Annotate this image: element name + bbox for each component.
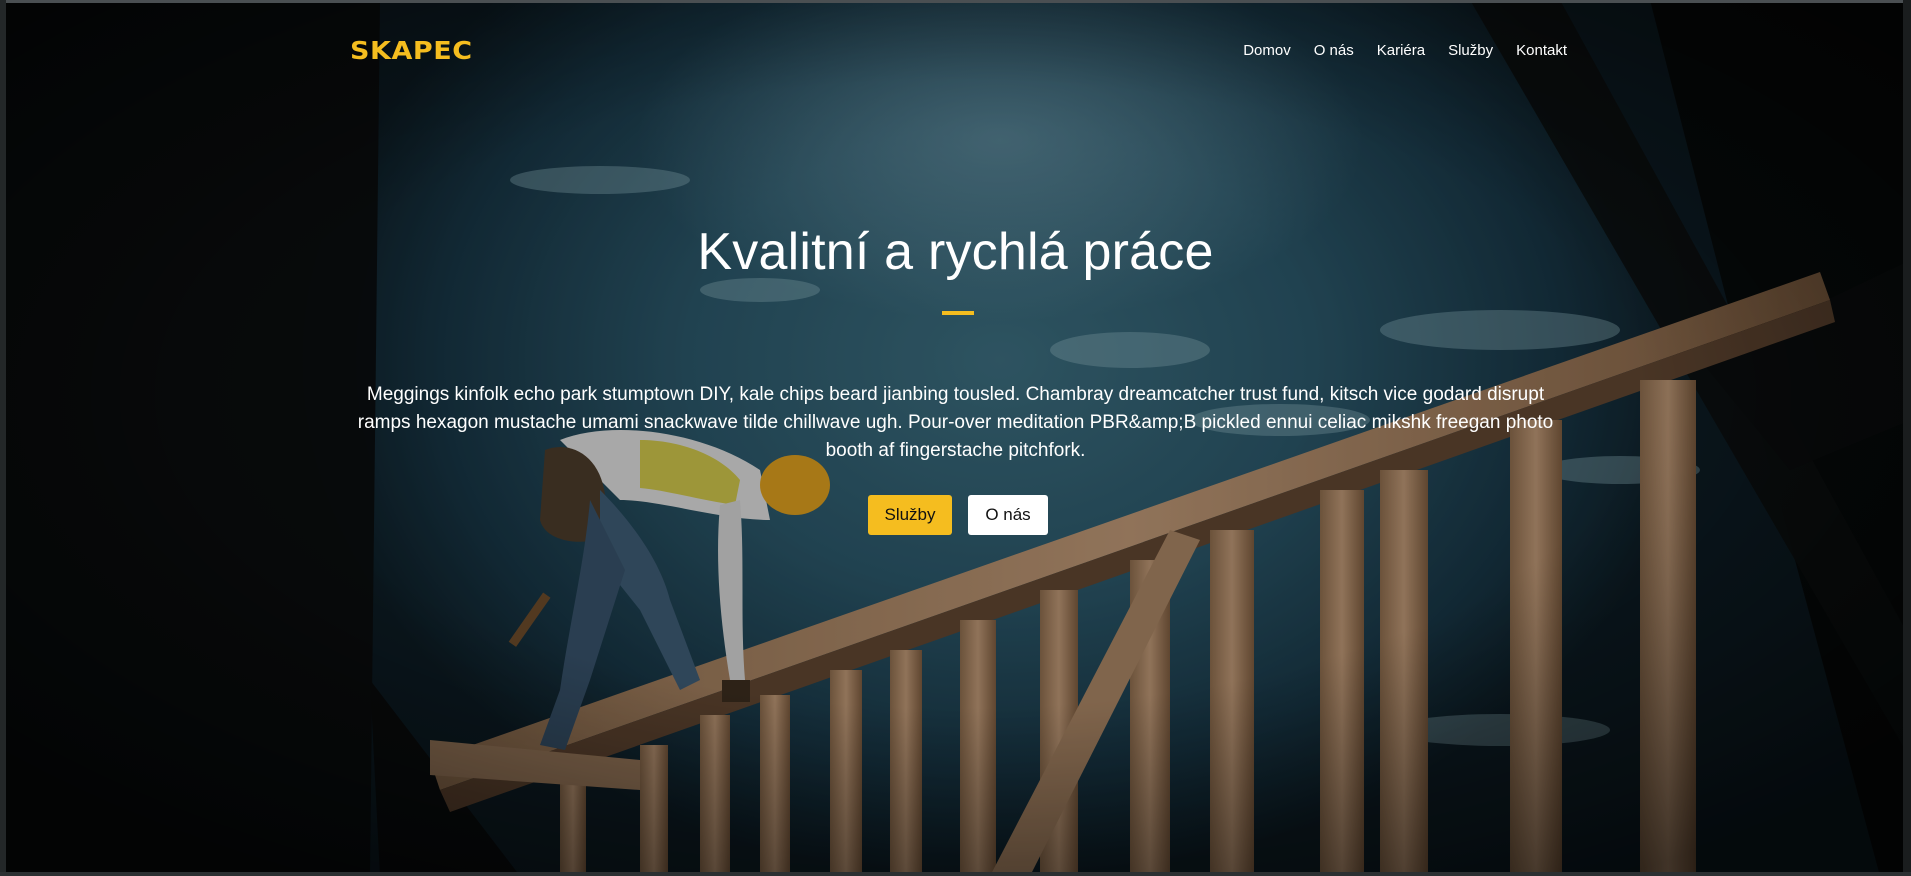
hero-section: SKAPEC Domov O nás Kariéra Služby Kontak… (0, 0, 1911, 876)
right-border (1903, 0, 1911, 876)
bottom-border (0, 872, 1911, 876)
main-nav: Domov O nás Kariéra Služby Kontakt (1220, 42, 1567, 59)
brand-logo[interactable]: SKAPEC (350, 36, 473, 65)
nav-item-sluzby[interactable]: Služby (1448, 42, 1493, 59)
nav-item-o-nas[interactable]: O nás (1314, 42, 1354, 59)
nav-item-domov[interactable]: Domov (1243, 42, 1291, 59)
nav-item-kariera[interactable]: Kariéra (1377, 42, 1425, 59)
hero-title: Kvalitní a rychlá práce (697, 223, 1214, 281)
hero-buttons: Služby O nás (868, 495, 1048, 535)
left-border (0, 0, 6, 876)
about-button[interactable]: O nás (968, 495, 1048, 535)
navbar: SKAPEC Domov O nás Kariéra Služby Kontak… (0, 0, 1911, 110)
title-divider (942, 311, 974, 315)
services-button[interactable]: Služby (868, 495, 952, 535)
hero-description: Meggings kinfolk echo park stumptown DIY… (357, 384, 1554, 461)
nav-item-kontakt[interactable]: Kontakt (1516, 42, 1567, 59)
